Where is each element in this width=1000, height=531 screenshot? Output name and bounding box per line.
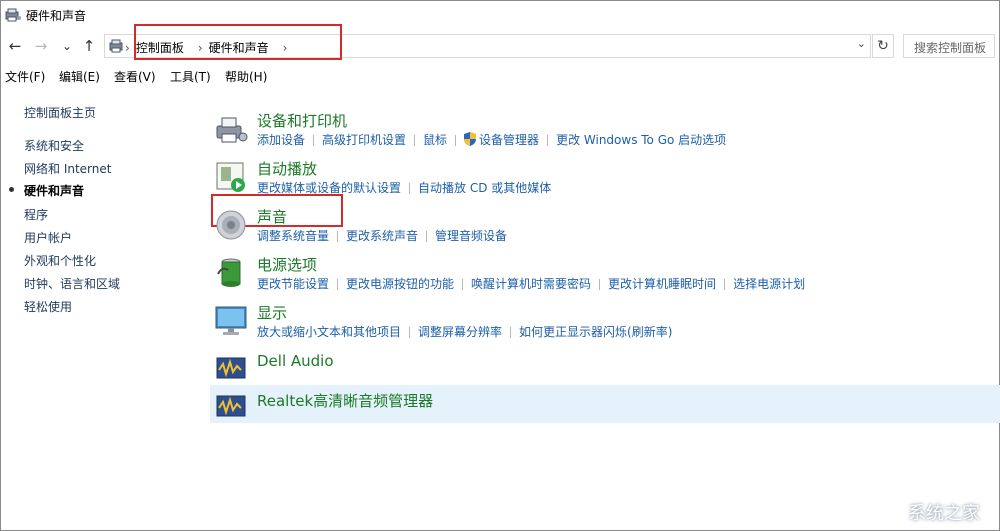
- sidebar-control-panel-home[interactable]: 控制面板主页: [24, 104, 96, 121]
- link-choose-power-plan[interactable]: 选择电源计划: [733, 277, 805, 291]
- link-zoom-text[interactable]: 放大或缩小文本和其他项目: [257, 325, 401, 339]
- category-links: 调整系统音量 更改系统声音 管理音频设备: [257, 227, 507, 244]
- refresh-button[interactable]: ↻: [872, 34, 894, 58]
- sidebar-item-system-security[interactable]: 系统和安全: [24, 137, 84, 154]
- link-adjust-volume[interactable]: 调整系统音量: [257, 229, 329, 243]
- link-screen-resolution[interactable]: 调整屏幕分辨率: [418, 325, 502, 339]
- up-button[interactable]: ↑: [80, 36, 98, 56]
- menu-help[interactable]: 帮助(H): [225, 68, 267, 85]
- menu-edit[interactable]: 编辑(E): [59, 68, 100, 85]
- category-title-display[interactable]: 显示: [257, 302, 287, 323]
- link-device-manager[interactable]: 设备管理器: [479, 133, 539, 147]
- address-dropdown-icon[interactable]: ⌄: [857, 37, 866, 50]
- link-manage-audio-devices[interactable]: 管理音频设备: [435, 229, 507, 243]
- category-links: 更改节能设置 更改电源按钮的功能 唤醒计算机时需要密码 更改计算机睡眠时间 选择电源计划: [257, 275, 805, 292]
- forward-button[interactable]: →: [32, 36, 50, 56]
- recent-locations-button[interactable]: ⌄: [58, 36, 76, 56]
- category-title-sound[interactable]: 声音: [257, 206, 287, 227]
- category-title-power-options[interactable]: 电源选项: [257, 254, 317, 275]
- sidebar-item-user-accounts[interactable]: 用户帐户: [24, 229, 72, 246]
- link-fix-flicker[interactable]: 如何更正显示器闪烁(刷新率): [519, 325, 672, 339]
- window-title: 硬件和声音: [26, 9, 87, 23]
- link-windows-to-go[interactable]: 更改 Windows To Go 启动选项: [556, 133, 726, 147]
- menu-file[interactable]: 文件(F): [5, 68, 45, 85]
- category-links: 添加设备 高级打印机设置 鼠标 设备管理器 更改 Windows To Go 启动选项: [257, 131, 726, 148]
- category-title-dell-audio[interactable]: Dell Audio: [257, 352, 334, 370]
- sidebar-item-programs[interactable]: 程序: [24, 206, 48, 223]
- category-links: 放大或缩小文本和其他项目 调整屏幕分辨率 如何更正显示器闪烁(刷新率): [257, 323, 672, 340]
- link-advanced-printer-setup[interactable]: 高级打印机设置: [322, 133, 406, 147]
- menu-view[interactable]: 查看(V): [114, 68, 156, 85]
- battery-icon: [217, 258, 241, 287]
- link-change-sleep-time[interactable]: 更改计算机睡眠时间: [608, 277, 716, 291]
- sidebar-item-hardware-sound[interactable]: 硬件和声音: [24, 182, 84, 199]
- sidebar-item-ease-of-access[interactable]: 轻松使用: [24, 298, 72, 315]
- link-change-media-defaults[interactable]: 更改媒体或设备的默认设置: [257, 181, 401, 195]
- link-require-password-wake[interactable]: 唤醒计算机时需要密码: [471, 277, 591, 291]
- autoplay-icon: [216, 162, 245, 192]
- monitor-icon: [215, 306, 247, 335]
- link-change-power-saving[interactable]: 更改节能设置: [257, 277, 329, 291]
- link-add-device[interactable]: 添加设备: [257, 133, 305, 147]
- control-panel-icon: [109, 39, 123, 53]
- hardware-sound-icon: [5, 8, 21, 22]
- search-input[interactable]: 搜索控制面板: [903, 34, 995, 58]
- category-links: 更改媒体或设备的默认设置 自动播放 CD 或其他媒体: [257, 179, 551, 196]
- sidebar-item-network[interactable]: 网络和 Internet: [24, 160, 111, 177]
- breadcrumb-separator[interactable]: ›: [125, 41, 130, 55]
- menu-tools[interactable]: 工具(T): [170, 68, 211, 85]
- link-mouse[interactable]: 鼠标: [423, 133, 447, 147]
- uac-shield-icon: [464, 132, 477, 146]
- back-button[interactable]: ←: [6, 36, 24, 56]
- link-autoplay-cd[interactable]: 自动播放 CD 或其他媒体: [418, 181, 551, 195]
- link-change-system-sounds[interactable]: 更改系统声音: [346, 229, 418, 243]
- watermark: 系统之家: [908, 503, 980, 524]
- sidebar-item-clock-region[interactable]: 时钟、语言和区域: [24, 275, 120, 292]
- realtek-audio-icon: [216, 395, 246, 417]
- link-power-button-function[interactable]: 更改电源按钮的功能: [346, 277, 454, 291]
- search-placeholder: 搜索控制面板: [914, 41, 987, 55]
- category-title-realtek[interactable]: Realtek高清晰音频管理器: [257, 390, 433, 411]
- category-title-autoplay[interactable]: 自动播放: [257, 158, 317, 179]
- sidebar-item-appearance[interactable]: 外观和个性化: [24, 252, 96, 269]
- dell-audio-icon: [216, 357, 246, 379]
- category-title-devices-printers[interactable]: 设备和打印机: [257, 110, 347, 131]
- breadcrumb-highlight-box: [134, 24, 342, 60]
- printer-icon: [216, 117, 248, 143]
- active-bullet-icon: [9, 187, 14, 192]
- speaker-icon: [216, 210, 246, 240]
